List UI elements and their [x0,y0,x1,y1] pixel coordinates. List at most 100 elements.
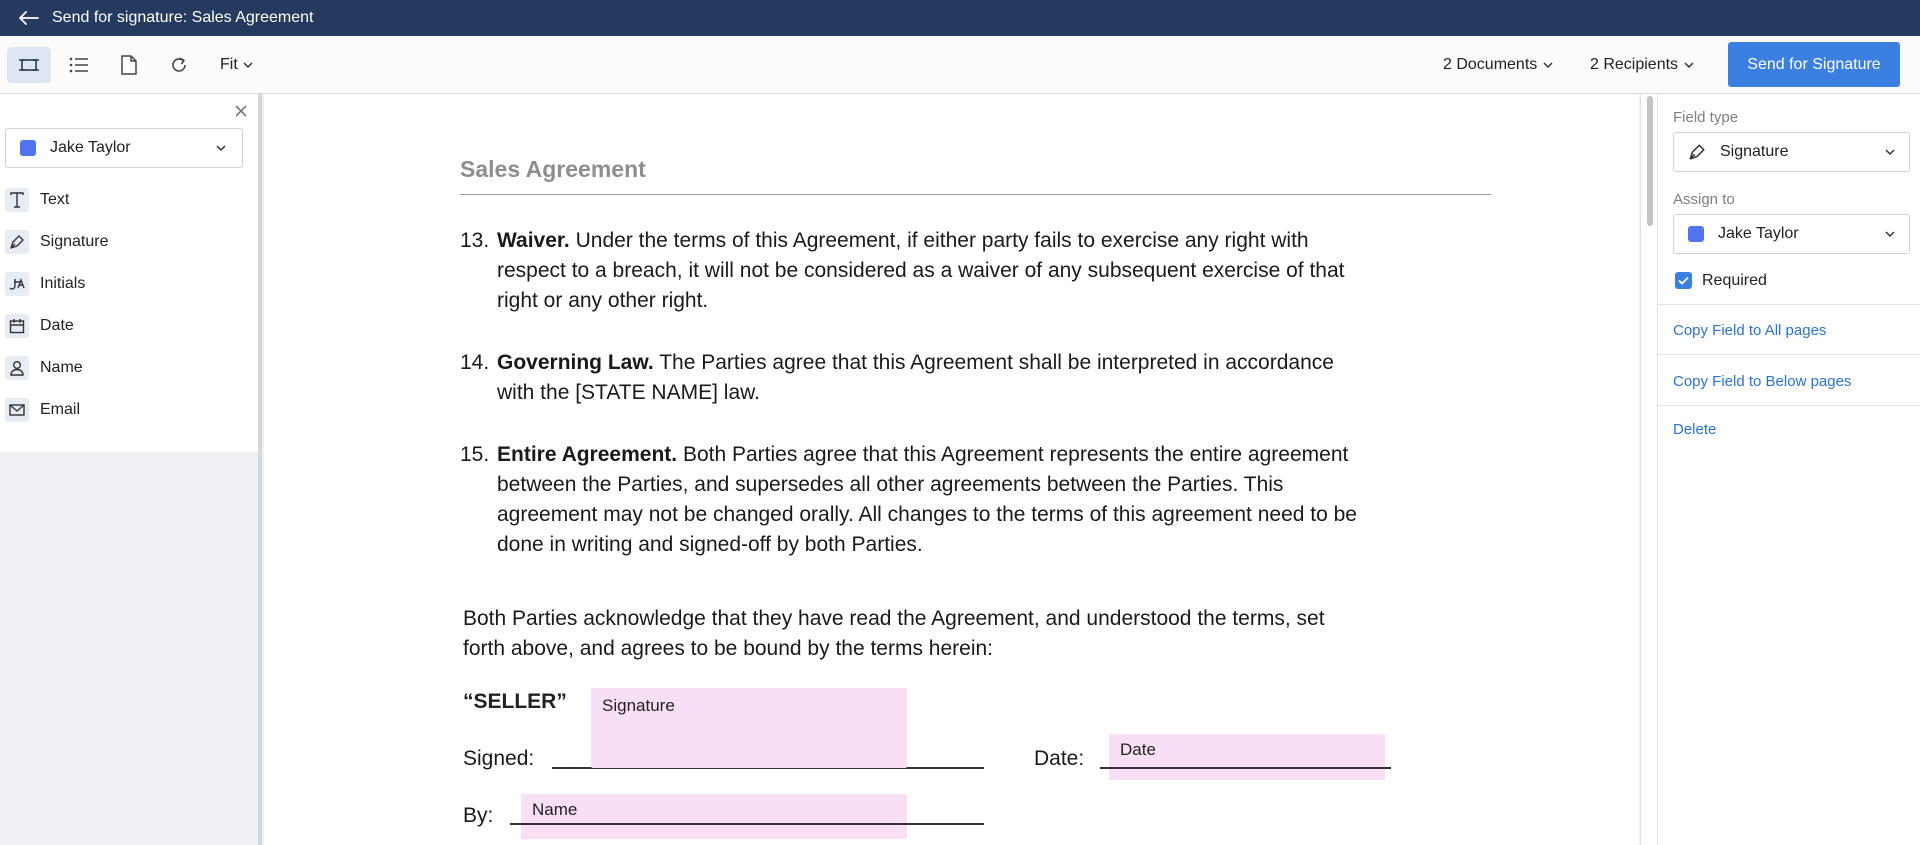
recipient-name: Jake Taylor [50,139,131,156]
field-type-select[interactable]: Signature [1673,132,1910,172]
recipient-select[interactable]: Jake Taylor [5,128,243,168]
initials-icon [5,272,29,296]
acknowledgement-line: Both Parties acknowledge that they have … [463,607,1325,630]
pen-icon [5,230,29,254]
field-type-value: Signature [1720,143,1789,160]
page-title: Send for signature: Sales Agreement [52,9,314,26]
chevron-down-icon [1885,230,1895,238]
clause-text: done in writing and signed-off by both P… [497,533,923,556]
title-bar: Send for signature: Sales Agreement [0,0,1920,36]
calendar-icon [5,314,29,338]
divider [1658,304,1920,305]
clause-body: Governing Law. The Parties agree that th… [497,348,1397,408]
list-icon [69,57,88,73]
signed-label: Signed: [463,747,535,770]
signature-field[interactable]: Signature [591,688,907,768]
tool-label: Text [40,191,70,208]
recipients-label: 2 Recipients [1590,56,1679,73]
copy-field-below-pages-link[interactable]: Copy Field to Below pages [1673,373,1851,390]
copy-field-all-pages-link[interactable]: Copy Field to All pages [1673,322,1826,339]
clause-text: between the Parties, and supersedes all … [497,473,1284,496]
clause-heading: Entire Agreement. [497,443,678,466]
back-arrow-icon[interactable] [18,7,40,29]
clause-number: 13. [460,229,490,252]
seller-label: “SELLER” [463,690,567,713]
send-for-signature-button[interactable]: Send for Signature [1728,42,1900,87]
clause-body: Entire Agreement. Both Parties agree tha… [497,440,1397,560]
clause-text: respect to a breach, it will not be cons… [497,259,1345,282]
document-page: Sales Agreement 13. Waiver. Under the te… [264,94,1639,845]
rotate-button[interactable] [157,47,201,83]
rotate-icon [172,57,186,72]
recipient-color-swatch [20,140,36,156]
tool-text[interactable]: Text [0,179,258,221]
field-mode-button[interactable] [7,47,51,83]
checkmark-icon [1678,276,1689,285]
delete-field-link[interactable]: Delete [1673,421,1716,438]
field-type-label: Field type [1673,109,1739,126]
date-field[interactable]: Date [1109,734,1385,780]
toolbar: Fit 2 Documents 2 Recipients Send for Si… [0,36,1920,94]
tool-date[interactable]: Date [0,305,258,347]
clause-text: with the [STATE NAME] law. [497,381,760,404]
clause-text: agreement may not be changed orally. All… [497,503,1357,526]
date-field-label: Date [1120,740,1156,759]
documents-dropdown[interactable]: 2 Documents [1443,47,1553,83]
required-label: Required [1702,272,1767,289]
document-scrollbar[interactable] [1640,94,1658,845]
close-icon[interactable] [230,100,252,122]
document-icon [121,55,137,75]
acknowledgement-paragraph: Both Parties acknowledge that they have … [463,604,1423,664]
zoom-label: Fit [220,56,238,73]
tool-signature[interactable]: Signature [0,221,258,263]
recipients-dropdown[interactable]: 2 Recipients [1590,47,1694,83]
required-checkbox[interactable] [1675,272,1692,289]
tool-name[interactable]: Name [0,347,258,389]
document-viewer: Sales Agreement 13. Waiver. Under the te… [262,94,1640,845]
zoom-dropdown[interactable]: Fit [220,47,253,83]
chevron-down-icon [1885,148,1895,156]
person-icon [5,356,29,380]
acknowledgement-line: forth above, and agrees to be bound by t… [463,637,994,660]
name-field[interactable]: Name [521,794,907,839]
title-divider [460,194,1491,195]
fields-panel: Jake Taylor Text Signature Initials Date… [0,94,259,452]
divider [1658,354,1920,355]
field-properties-panel: Field type Signature Assign to Jake Tayl… [1657,94,1920,845]
assign-to-label: Assign to [1673,191,1735,208]
document-button[interactable] [107,47,151,83]
document-title: Sales Agreement [460,156,646,182]
signature-field-label: Signature [602,696,675,715]
text-icon [5,188,29,212]
recipient-color-swatch [1688,226,1704,242]
clause-text: Under the terms of this Agreement, if ei… [569,229,1309,252]
chevron-down-icon [1684,61,1694,68]
clause-text: right or any other right. [497,289,709,312]
chevron-down-icon [243,61,253,68]
tool-initials[interactable]: Initials [0,263,258,305]
clause-text: Both Parties agree that this Agreement r… [677,443,1349,466]
clause-text: The Parties agree that this Agreement sh… [653,351,1334,374]
tool-label: Email [40,401,81,418]
name-line [510,823,984,825]
date-line [1100,767,1391,769]
field-mode-icon [19,59,39,71]
chevron-down-icon [216,144,226,152]
tool-label: Name [40,359,83,376]
clause-number: 15. [460,443,490,466]
scrollbar-thumb[interactable] [1647,96,1653,226]
assign-to-value: Jake Taylor [1718,225,1799,242]
divider [1658,405,1920,406]
pen-icon [1688,143,1706,161]
tool-label: Date [40,317,74,334]
by-label: By: [463,804,494,827]
chevron-down-icon [1543,61,1553,68]
documents-label: 2 Documents [1443,56,1538,73]
envelope-icon [5,398,29,422]
list-view-button[interactable] [57,47,101,83]
name-field-label: Name [532,800,578,819]
assign-to-select[interactable]: Jake Taylor [1673,214,1910,254]
tool-email[interactable]: Email [0,389,258,431]
tool-label: Signature [40,233,109,250]
clause-heading: Governing Law. [497,351,654,374]
